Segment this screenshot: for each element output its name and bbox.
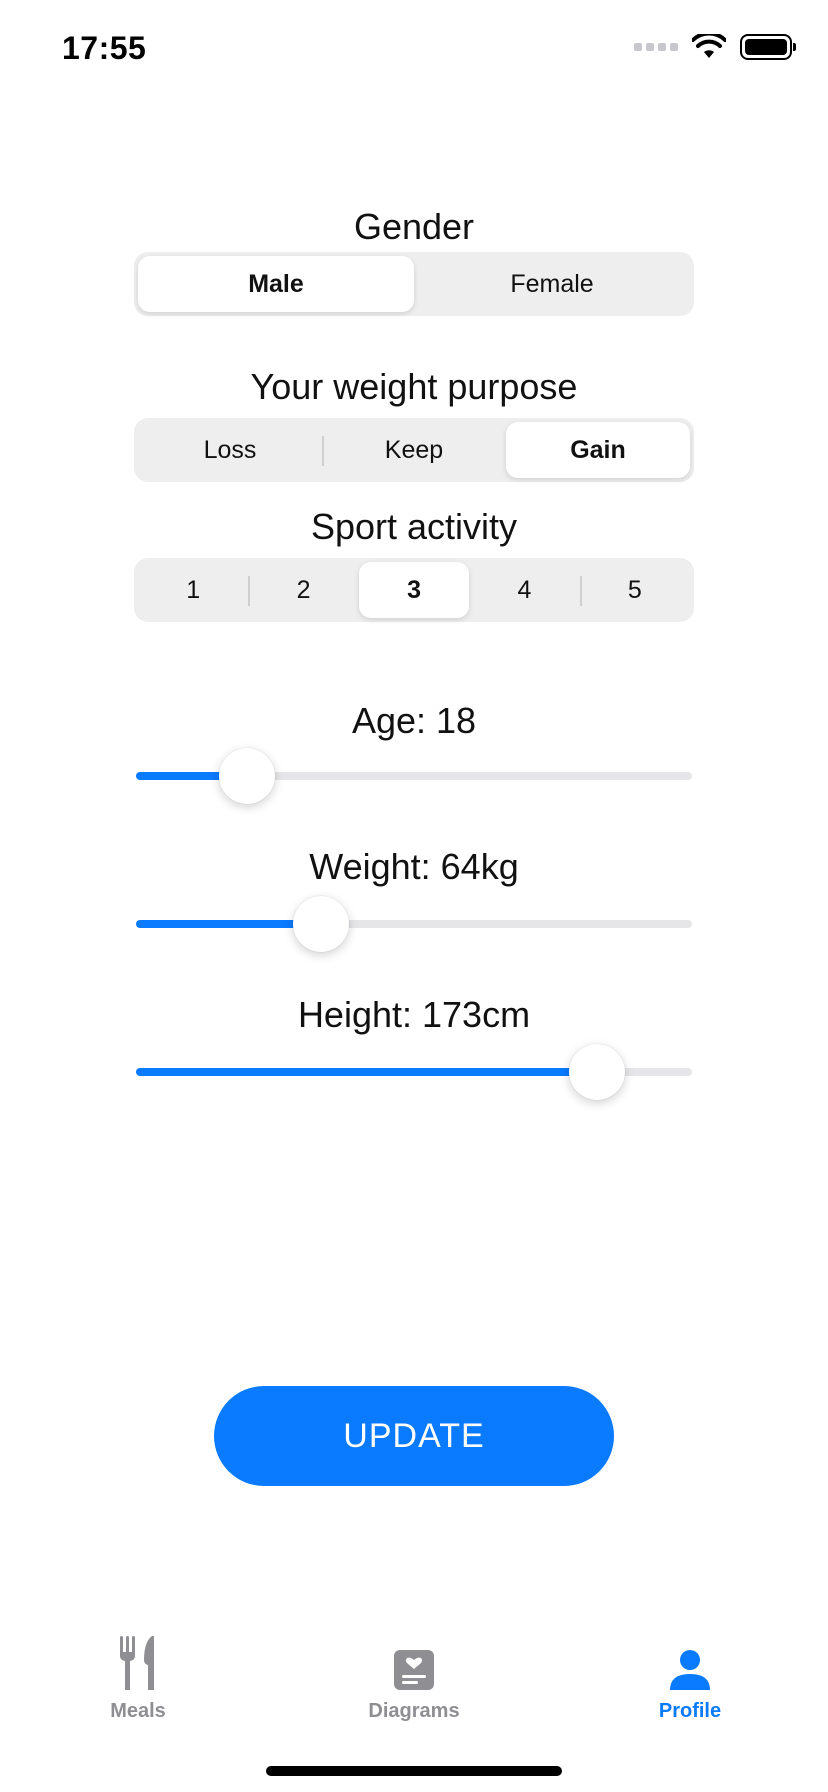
weight-slider-thumb[interactable] xyxy=(293,896,350,952)
tab-meals-label: Meals xyxy=(110,1700,166,1722)
age-slider-thumb[interactable] xyxy=(219,748,276,804)
status-icons xyxy=(634,34,796,60)
sport-activity-segmented-control[interactable]: 1 2 3 4 5 xyxy=(134,558,694,622)
tab-bar: Meals Diagrams Profile xyxy=(0,1630,828,1740)
tab-diagrams-label: Diagrams xyxy=(368,1700,460,1722)
sport-activity-option-3[interactable]: 3 xyxy=(358,562,470,618)
gender-segmented-control[interactable]: Male Female xyxy=(134,252,694,316)
tab-profile[interactable]: Profile xyxy=(552,1630,828,1740)
gender-option-female[interactable]: Female xyxy=(414,256,690,312)
gender-title: Gender xyxy=(353,206,475,247)
sport-activity-option-2[interactable]: 2 xyxy=(248,562,358,618)
age-slider[interactable] xyxy=(136,748,692,804)
sport-activity-option-4[interactable]: 4 xyxy=(469,562,579,618)
tab-meals[interactable]: Meals xyxy=(0,1630,276,1740)
home-indicator xyxy=(266,1766,562,1776)
height-slider[interactable] xyxy=(136,1044,692,1100)
weight-purpose-option-loss[interactable]: Loss xyxy=(138,422,322,478)
heart-note-icon xyxy=(392,1630,436,1692)
wifi-icon xyxy=(692,34,726,58)
weight-slider[interactable] xyxy=(136,896,692,952)
tab-diagrams[interactable]: Diagrams xyxy=(276,1630,552,1740)
height-slider-fill xyxy=(136,1068,598,1076)
sport-activity-title: Sport activity xyxy=(310,506,518,547)
height-label: Height: 173cm xyxy=(297,994,531,1035)
update-button[interactable]: UPDATE xyxy=(214,1386,614,1486)
battery-icon xyxy=(740,34,796,60)
sport-activity-option-1[interactable]: 1 xyxy=(138,562,248,618)
sport-activity-option-5[interactable]: 5 xyxy=(579,562,690,618)
profile-screen: 17:55 Gender Male Female Your weight pur… xyxy=(0,0,828,1792)
height-slider-thumb[interactable] xyxy=(569,1044,626,1100)
weight-purpose-option-keep[interactable]: Keep xyxy=(322,422,506,478)
weight-purpose-segmented-control[interactable]: Loss Keep Gain xyxy=(134,418,694,482)
weight-purpose-option-gain[interactable]: Gain xyxy=(506,422,690,478)
weight-label: Weight: 64kg xyxy=(309,846,519,887)
weight-purpose-title: Your weight purpose xyxy=(250,366,578,407)
tab-profile-label: Profile xyxy=(658,1700,722,1722)
person-icon xyxy=(668,1630,712,1692)
age-label: Age: 18 xyxy=(351,700,477,741)
fork-knife-icon xyxy=(118,1630,158,1692)
cellular-signal-icon xyxy=(634,43,678,51)
status-time: 17:55 xyxy=(62,30,147,66)
gender-option-male[interactable]: Male xyxy=(138,256,414,312)
